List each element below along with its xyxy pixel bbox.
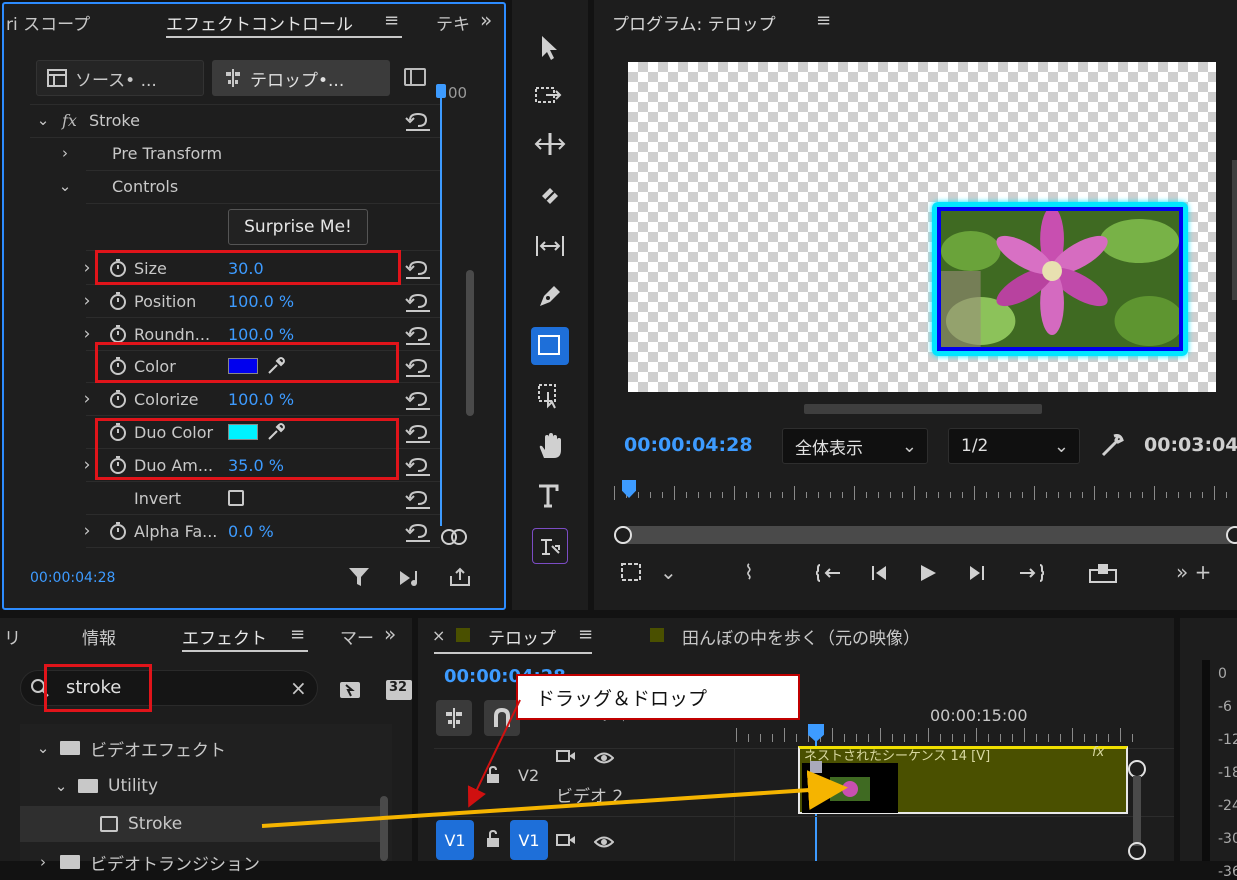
meter-scale-label: -30 (1218, 831, 1237, 847)
meter-scale-label: -6 (1218, 699, 1232, 715)
meter-scale-label: -24 (1218, 798, 1237, 814)
drag-arrow-icon (261, 770, 848, 828)
meter-scale-label: -12 (1218, 732, 1237, 748)
meter-bar (1202, 660, 1210, 861)
meter-scale-label: 0 (1218, 666, 1227, 682)
meter-scale-label: -36 (1218, 864, 1237, 880)
callout-pointer-icon (467, 699, 521, 808)
annotation-arrows (261, 699, 848, 828)
meter-scale-label: -18 (1218, 765, 1237, 781)
